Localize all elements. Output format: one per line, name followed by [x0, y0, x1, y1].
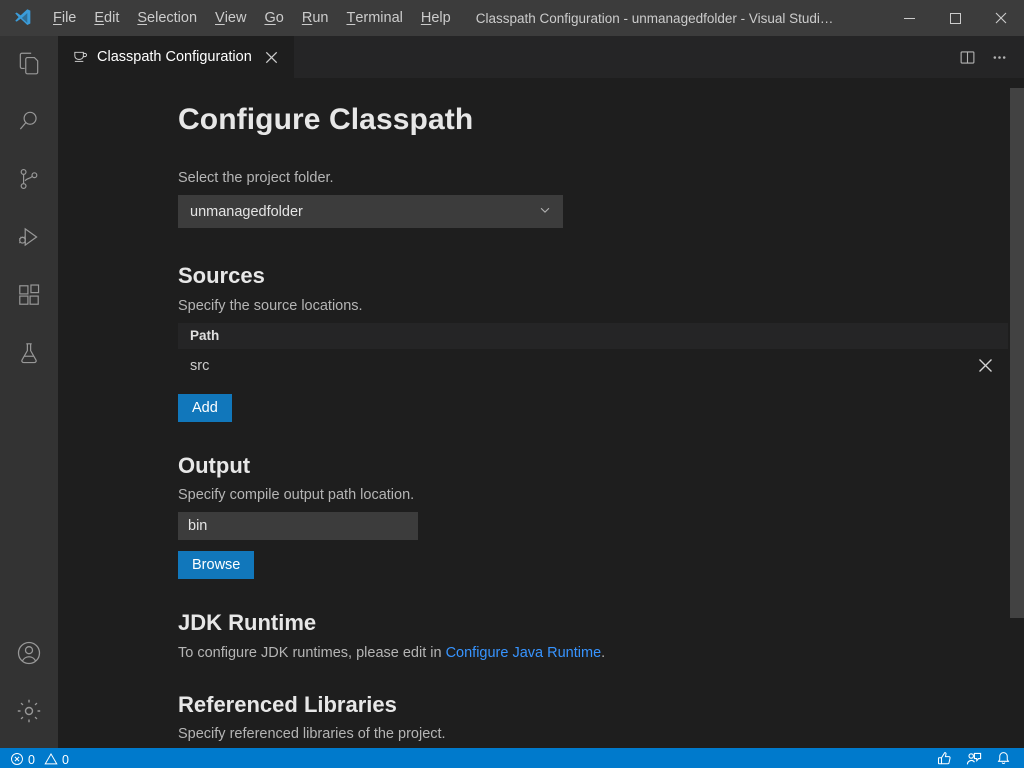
sources-table: Path src: [178, 323, 1008, 383]
referenced-libraries-description: Specify referenced libraries of the proj…: [178, 726, 1024, 742]
chevron-down-icon: [538, 203, 552, 221]
sidebar-item-explorer[interactable]: [0, 36, 58, 94]
warning-count: 0: [62, 753, 69, 767]
problems-status[interactable]: 0 0: [3, 748, 76, 768]
editor-scrollbar[interactable]: [1010, 78, 1024, 748]
beaker-icon: [16, 340, 42, 371]
sources-table-header: Path: [178, 323, 1008, 349]
output-section: Output Specify compile output path locat…: [178, 452, 1024, 580]
tab-classpath-configuration[interactable]: Classpath Configuration: [58, 36, 295, 78]
window-controls: [886, 0, 1024, 36]
source-path-value: src: [190, 358, 209, 374]
editor-actions: [952, 36, 1024, 78]
editor-scrollbar-thumb[interactable]: [1010, 88, 1024, 618]
project-folder-group: Select the project folder. unmanagedfold…: [178, 170, 1024, 228]
editor-area: Classpath Configuration: [58, 36, 1024, 748]
sidebar-item-extensions[interactable]: [0, 268, 58, 326]
menu-item-run[interactable]: Run: [293, 0, 338, 36]
classpath-configuration-webview: Configure Classpath Select the project f…: [58, 78, 1024, 748]
table-row[interactable]: src: [178, 349, 1008, 383]
titlebar: File Edit Selection View Go Run Terminal…: [0, 0, 1024, 36]
activity-bar: [0, 36, 58, 748]
feedback-person-icon: [966, 751, 982, 768]
status-bar: 0 0: [0, 748, 1024, 768]
menu-item-view[interactable]: View: [206, 0, 255, 36]
status-bar-right: [930, 748, 1024, 768]
sources-heading: Sources: [178, 262, 1024, 290]
error-circle-icon: [10, 752, 24, 768]
add-source-button[interactable]: Add: [178, 394, 232, 422]
sources-description: Specify the source locations.: [178, 298, 1024, 314]
configure-java-runtime-link[interactable]: Configure Java Runtime: [446, 645, 602, 661]
jdk-runtime-text-before: To configure JDK runtimes, please edit i…: [178, 645, 446, 661]
page-content: Configure Classpath Select the project f…: [58, 78, 1024, 742]
close-icon[interactable]: [978, 0, 1024, 36]
tab-bar: Classpath Configuration: [58, 36, 1024, 78]
source-control-icon: [16, 166, 42, 197]
sidebar-item-source-control[interactable]: [0, 152, 58, 210]
status-bar-left: 0 0: [0, 748, 76, 768]
menu-item-selection[interactable]: Selection: [128, 0, 206, 36]
project-folder-value: unmanagedfolder: [190, 204, 303, 220]
menubar: File Edit Selection View Go Run Terminal…: [44, 0, 460, 36]
files-icon: [16, 50, 42, 81]
menu-item-terminal[interactable]: Terminal: [337, 0, 411, 36]
sources-section: Sources Specify the source locations. Pa…: [178, 262, 1024, 422]
sidebar-item-accounts[interactable]: [0, 626, 58, 684]
sidebar-item-run-and-debug[interactable]: [0, 210, 58, 268]
project-folder-select[interactable]: unmanagedfolder: [178, 195, 563, 228]
java-coffee-cup-icon: [72, 47, 89, 68]
sidebar-item-testing[interactable]: [0, 326, 58, 384]
minimize-icon[interactable]: [886, 0, 932, 36]
split-editor-icon[interactable]: [952, 42, 982, 72]
tab-label: Classpath Configuration: [97, 49, 252, 65]
menu-item-file[interactable]: File: [44, 0, 85, 36]
project-folder-label: Select the project folder.: [178, 170, 1024, 186]
workbench: Classpath Configuration: [0, 36, 1024, 748]
referenced-libraries-heading: Referenced Libraries: [178, 691, 1024, 719]
jdk-runtime-heading: JDK Runtime: [178, 609, 1024, 637]
ellipsis-icon[interactable]: [984, 42, 1014, 72]
tab-close-icon[interactable]: [262, 47, 282, 67]
column-header-path: Path: [190, 328, 219, 343]
output-description: Specify compile output path location.: [178, 487, 1024, 503]
maximize-icon[interactable]: [932, 0, 978, 36]
referenced-libraries-section: Referenced Libraries Specify referenced …: [178, 691, 1024, 743]
run-debug-icon: [16, 224, 42, 255]
notifications-button[interactable]: [989, 748, 1018, 768]
jdk-runtime-text-after: .: [601, 645, 605, 661]
browse-output-button[interactable]: Browse: [178, 551, 254, 579]
output-heading: Output: [178, 452, 1024, 480]
warning-triangle-icon: [44, 752, 58, 768]
error-count: 0: [28, 753, 35, 767]
window-title: Classpath Configuration - unmanagedfolde…: [476, 11, 834, 26]
menu-label-file: ile: [62, 10, 77, 26]
search-icon: [16, 108, 42, 139]
tweet-feedback-button[interactable]: [959, 748, 989, 768]
gear-icon: [15, 697, 43, 730]
jdk-runtime-description: To configure JDK runtimes, please edit i…: [178, 645, 1024, 661]
account-icon: [15, 639, 43, 672]
output-path-input[interactable]: [178, 512, 418, 540]
menu-item-edit[interactable]: Edit: [85, 0, 128, 36]
remove-source-icon[interactable]: [974, 355, 996, 377]
feedback-button[interactable]: [930, 748, 959, 768]
sidebar-item-search[interactable]: [0, 94, 58, 152]
bell-icon: [996, 751, 1011, 768]
extensions-icon: [16, 282, 42, 313]
vscode-logo-icon: [0, 0, 44, 36]
jdk-runtime-section: JDK Runtime To configure JDK runtimes, p…: [178, 609, 1024, 661]
thumbsup-icon: [937, 751, 952, 768]
page-title: Configure Classpath: [178, 102, 1024, 138]
menu-item-go[interactable]: Go: [255, 0, 292, 36]
menu-item-help[interactable]: Help: [412, 0, 460, 36]
sidebar-item-manage[interactable]: [0, 684, 58, 742]
